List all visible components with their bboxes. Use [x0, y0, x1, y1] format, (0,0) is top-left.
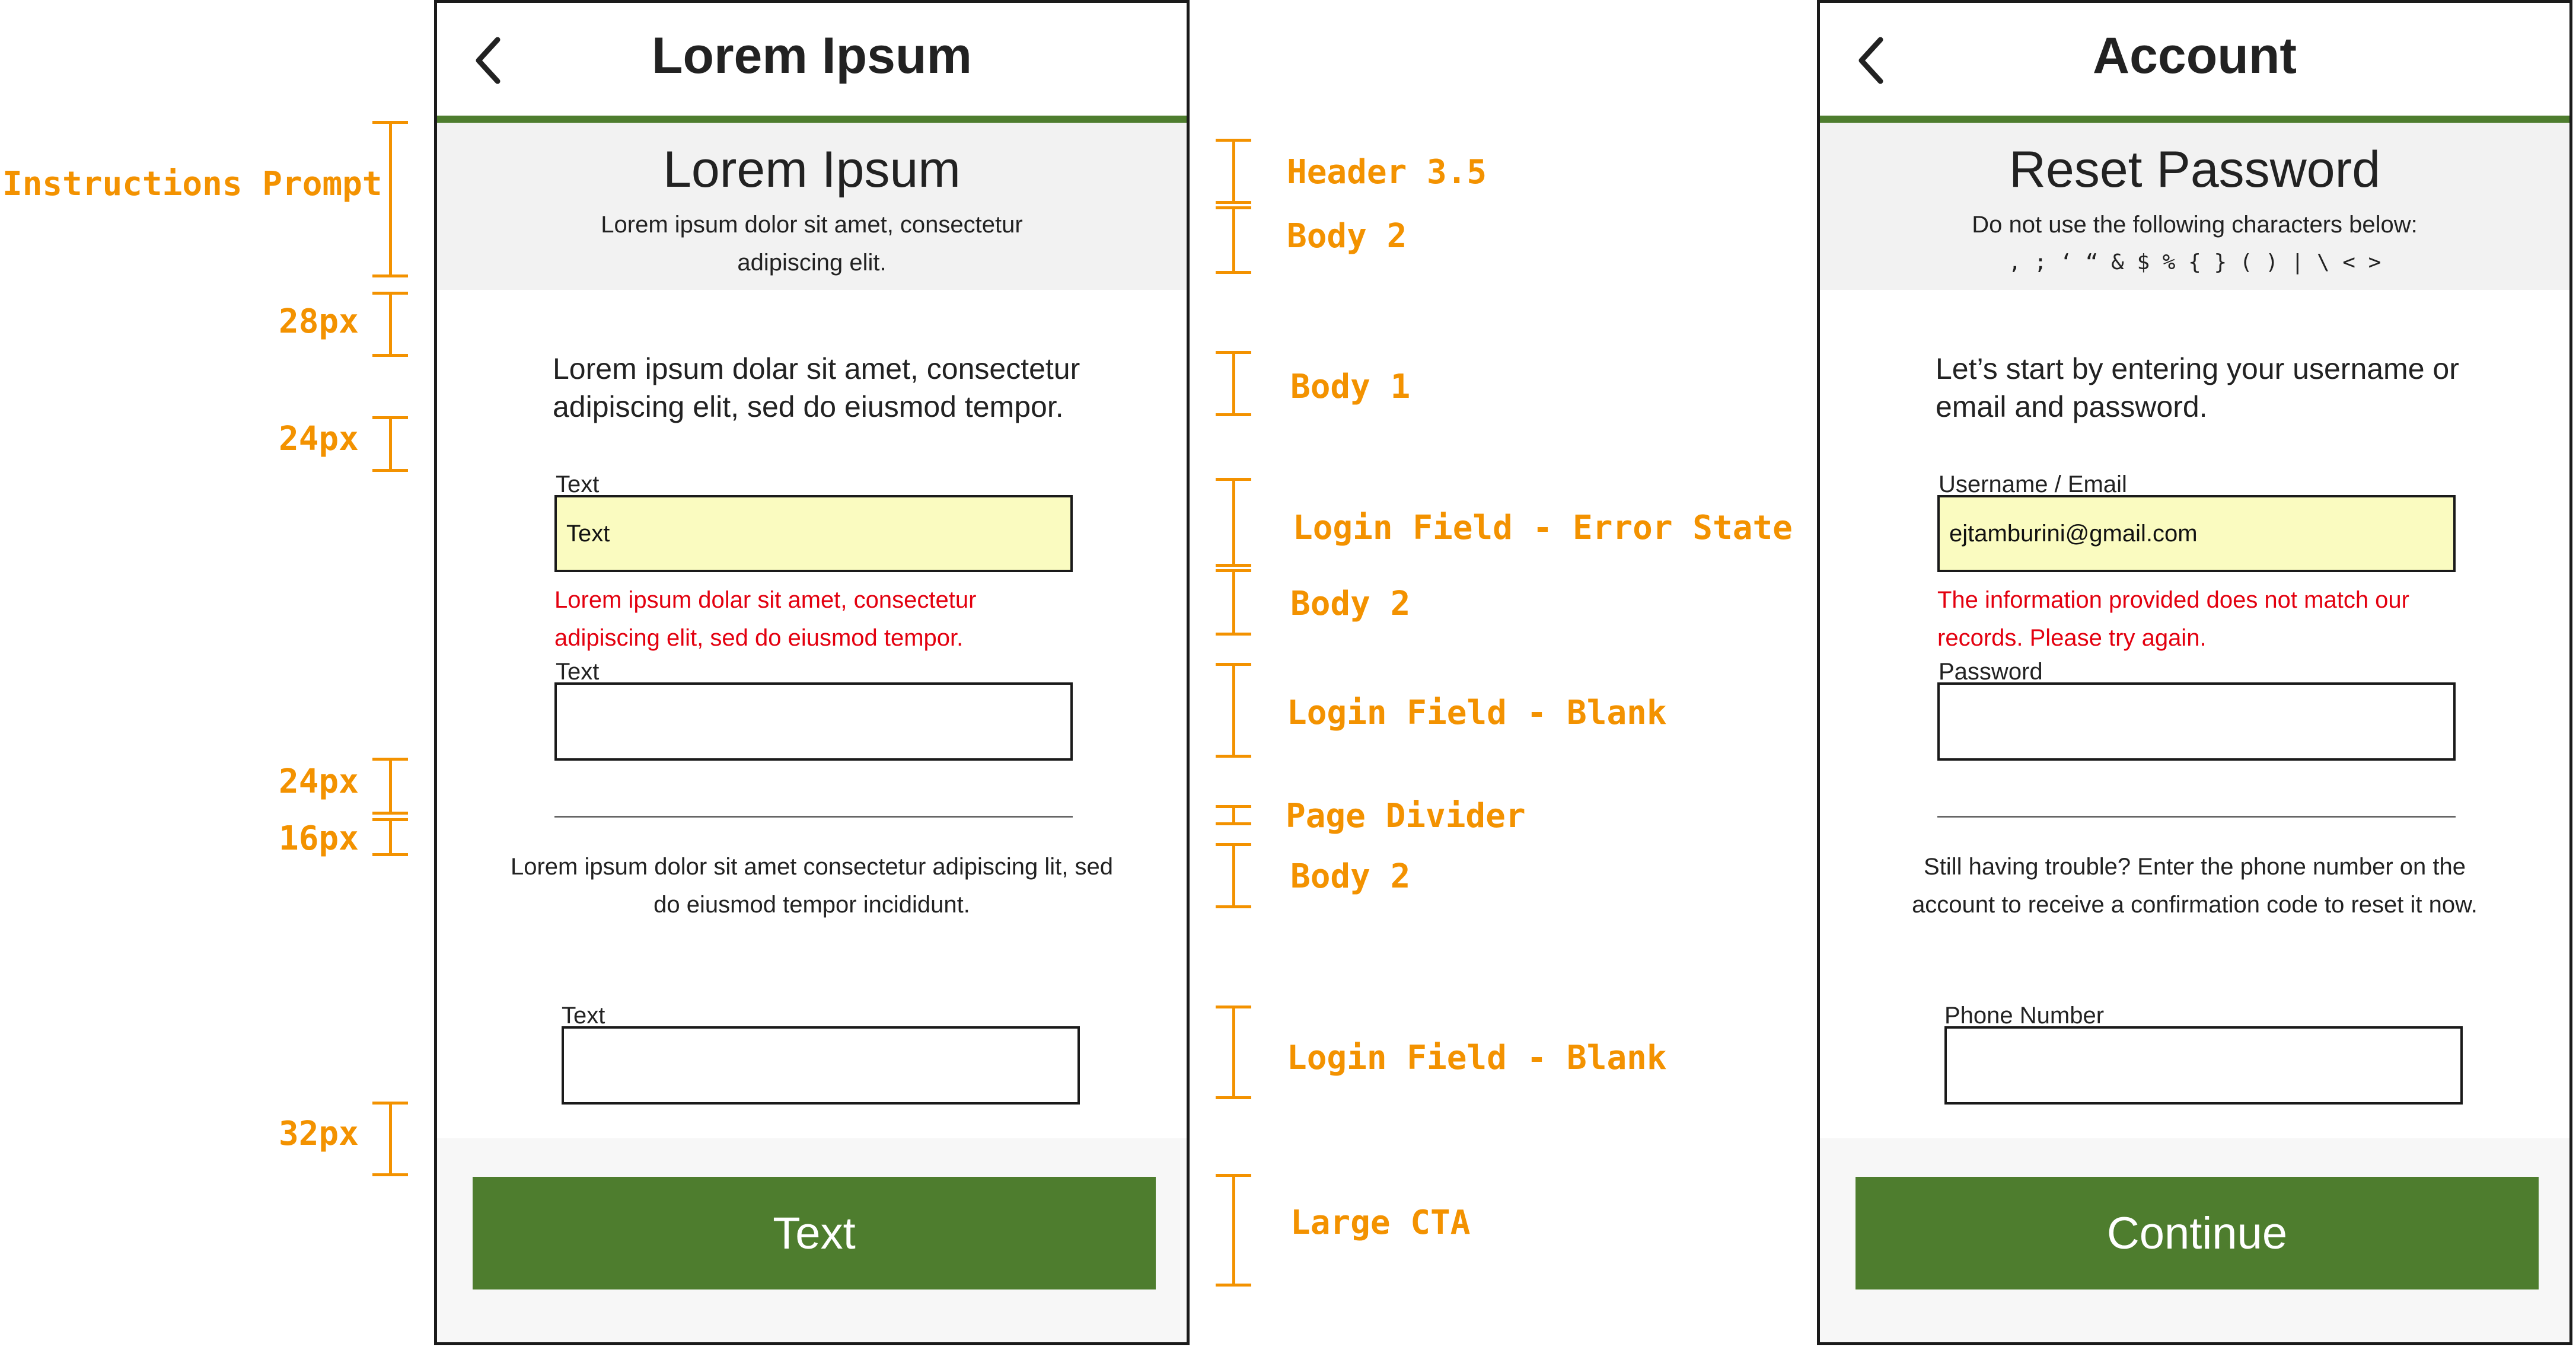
- prompt-body: Lorem ipsum dolor sit amet, consectetur …: [601, 212, 1023, 276]
- bracket-body2-c: [1216, 843, 1251, 908]
- prompt-body-line2: , ; ‘ “ & $ % { } ( ) | \ < >: [2008, 250, 2381, 274]
- password-field[interactable]: [1937, 682, 2456, 761]
- intro-text: Lorem ipsum dolar sit amet, consectetur …: [553, 352, 1080, 423]
- error-message: The information provided does not match …: [1937, 587, 2409, 651]
- annotation-spacing-16: 16px: [279, 819, 359, 858]
- nav-title: Lorem Ipsum: [652, 27, 972, 84]
- bracket-instructions-prompt: [372, 121, 408, 277]
- bracket-login-error: [1216, 478, 1251, 567]
- login-field-blank[interactable]: [554, 682, 1073, 761]
- annotation-spacing-24a: 24px: [279, 420, 359, 458]
- annotation-body2-b: Body 2: [1290, 585, 1411, 623]
- large-cta-button[interactable]: Text: [473, 1177, 1156, 1289]
- bracket-body2-a: [1216, 206, 1251, 274]
- phone-number-label: Phone Number: [1944, 1003, 2105, 1029]
- phone-number-field[interactable]: [1944, 1026, 2463, 1105]
- annotation-page-divider: Page Divider: [1286, 797, 1526, 835]
- header-accent-line: [437, 116, 1187, 123]
- annotation-body2-c: Body 2: [1290, 857, 1411, 896]
- annotation-spacing-24b: 24px: [279, 762, 359, 801]
- field-label: Text: [562, 1003, 605, 1029]
- bracket-spacing-32: [372, 1102, 408, 1176]
- error-message: Lorem ipsum dolar sit amet, consectetur …: [554, 587, 977, 651]
- annotation-instructions-prompt: Instructions Prompt: [2, 165, 382, 203]
- instructions-prompt: Lorem Ipsum Lorem ipsum dolor sit amet, …: [437, 123, 1187, 290]
- prompt-header: Lorem Ipsum: [663, 141, 961, 198]
- annotation-large-cta: Large CTA: [1290, 1204, 1471, 1242]
- annotation-login-blank-a: Login Field - Blank: [1287, 694, 1667, 732]
- nav-bar: Lorem Ipsum: [437, 3, 1187, 116]
- page-divider: [1937, 816, 2456, 818]
- bracket-body1: [1216, 351, 1251, 416]
- annotation-header-3-5: Header 3.5: [1287, 153, 1487, 191]
- header-accent-line: [1820, 116, 2569, 123]
- nav-bar: Account: [1820, 3, 2569, 116]
- annotation-spacing-28: 28px: [279, 302, 359, 341]
- template-screen: Lorem Ipsum Lorem Ipsum Lorem ipsum dolo…: [434, 0, 1190, 1345]
- account-screen: Account Reset Password Do not use the fo…: [1817, 0, 2572, 1345]
- bracket-spacing-28: [372, 292, 408, 357]
- bracket-login-blank-a: [1216, 663, 1251, 758]
- username-email-field[interactable]: ejtamburini@gmail.com: [1937, 495, 2456, 572]
- instructions-prompt: Reset Password Do not use the following …: [1820, 123, 2569, 290]
- bracket-login-blank-b: [1216, 1006, 1251, 1099]
- annotation-body1: Body 1: [1290, 368, 1411, 406]
- prompt-body-line1: Do not use the following characters belo…: [1972, 212, 2418, 238]
- bracket-body2-b: [1216, 569, 1251, 636]
- intro-text: Let’s start by entering your username or…: [1936, 352, 2459, 423]
- annotation-login-blank-b: Login Field - Blank: [1287, 1039, 1667, 1077]
- nav-title: Account: [2093, 27, 2297, 84]
- password-label: Password: [1939, 659, 2043, 685]
- help-text: Still having trouble? Enter the phone nu…: [1912, 854, 2478, 918]
- page-divider: [554, 816, 1073, 818]
- bracket-large-cta: [1216, 1174, 1251, 1287]
- bracket-spacing-16: [372, 818, 408, 856]
- bracket-spacing-24b: [372, 758, 408, 815]
- annotation-body2-a: Body 2: [1287, 217, 1407, 256]
- username-label: Username / Email: [1939, 471, 2127, 497]
- bracket-page-divider: [1216, 805, 1251, 825]
- field-label: Text: [556, 471, 600, 497]
- prompt-header: Reset Password: [2008, 141, 2381, 198]
- bracket-spacing-24a: [372, 416, 408, 472]
- bracket-header: [1216, 139, 1251, 204]
- annotation-login-error: Login Field - Error State: [1293, 509, 1793, 547]
- login-field-blank[interactable]: [562, 1026, 1080, 1105]
- login-field-error[interactable]: Text: [554, 495, 1073, 572]
- continue-button[interactable]: Continue: [1856, 1177, 2539, 1289]
- body-text: Lorem ipsum dolor sit amet consectetur a…: [510, 854, 1113, 918]
- annotation-spacing-32: 32px: [279, 1115, 359, 1153]
- field-label: Text: [556, 659, 600, 685]
